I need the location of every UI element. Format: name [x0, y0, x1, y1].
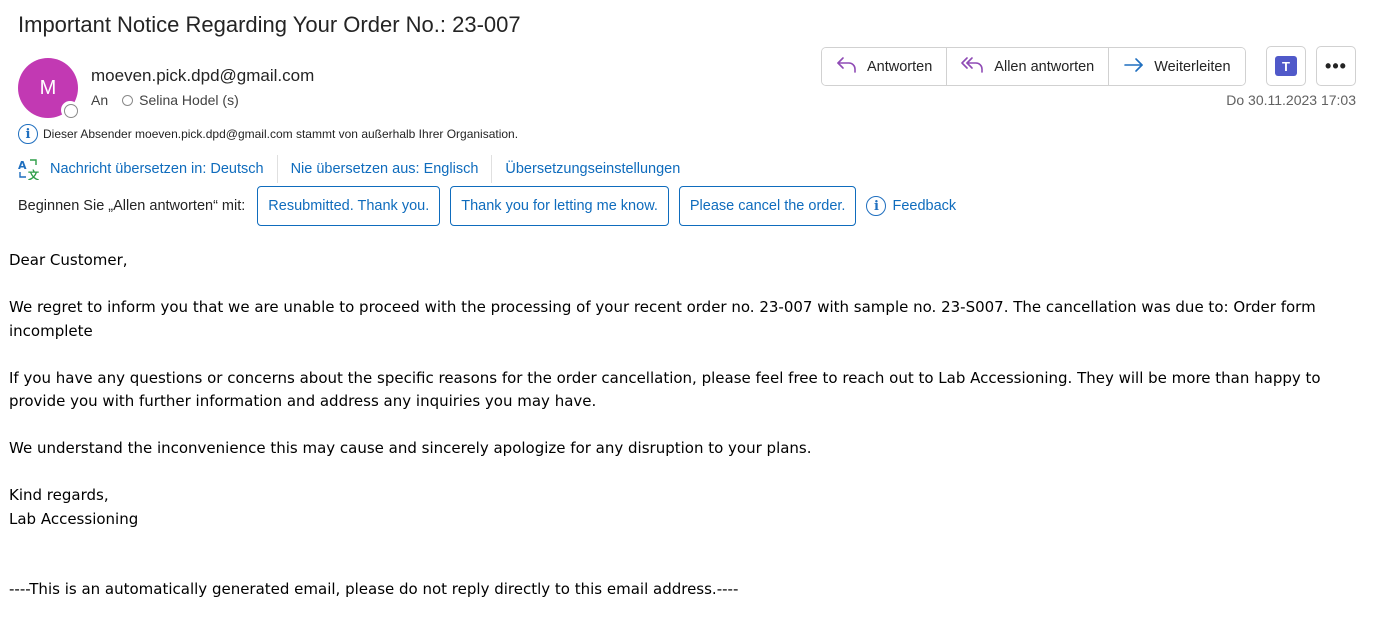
reply-button[interactable]: Antworten: [822, 48, 948, 85]
sender-address[interactable]: moeven.pick.dpd@gmail.com: [91, 66, 314, 86]
body-paragraph: We regret to inform you that we are unab…: [9, 298, 1316, 340]
recipient-line: An Selina Hodel (s): [91, 92, 239, 108]
reply-label: Antworten: [867, 58, 933, 75]
email-subject: Important Notice Regarding Your Order No…: [18, 12, 521, 37]
body-greeting: Dear Customer,: [9, 251, 128, 269]
forward-arrow-icon: [1123, 55, 1145, 79]
recipient-name[interactable]: Selina Hodel (s): [139, 92, 239, 108]
forward-label: Weiterleiten: [1154, 58, 1231, 75]
svg-text:文: 文: [28, 168, 40, 180]
to-label: An: [91, 92, 109, 108]
feedback-link[interactable]: i Feedback: [866, 196, 956, 216]
more-dots-icon: •••: [1325, 55, 1347, 76]
never-translate-link[interactable]: Nie übersetzen aus: Englisch: [291, 161, 479, 177]
reply-all-label: Allen antworten: [994, 58, 1095, 75]
feedback-label: Feedback: [892, 198, 957, 214]
external-notice-text: Dieser Absender moeven.pick.dpd@gmail.co…: [43, 127, 519, 141]
info-icon: i: [866, 196, 887, 216]
body-footer-notice: ----This is an automatically generated e…: [9, 580, 739, 598]
forward-button[interactable]: Weiterleiten: [1109, 48, 1245, 85]
teams-chat-button[interactable]: T: [1266, 46, 1306, 86]
reply-all-arrow-icon: [961, 55, 985, 79]
translate-message-link[interactable]: Nachricht übersetzen in: Deutsch: [50, 161, 264, 177]
body-paragraph: We understand the inconvenience this may…: [9, 439, 812, 457]
suggested-reply-chip[interactable]: Thank you for letting me know.: [450, 186, 669, 226]
divider: [276, 155, 278, 183]
suggested-replies-label: Beginnen Sie „Allen antworten“ mit:: [18, 198, 246, 214]
external-sender-notice: i Dieser Absender moeven.pick.dpd@gmail.…: [18, 124, 518, 144]
email-body: Dear Customer, We regret to inform you t…: [9, 249, 1349, 602]
translation-bar: A 文 Nachricht übersetzen in: Deutsch Nie…: [18, 155, 680, 183]
svg-text:A: A: [18, 159, 27, 172]
presence-status-icon: [61, 101, 79, 119]
teams-icon: T: [1275, 56, 1297, 76]
info-icon: i: [18, 124, 38, 144]
suggested-reply-chip[interactable]: Please cancel the order.: [678, 186, 857, 226]
body-closing: Kind regards,: [9, 486, 109, 504]
translate-icon: A 文: [18, 158, 40, 182]
email-timestamp: Do 30.11.2023 17:03: [1226, 92, 1356, 108]
avatar-initial: M: [39, 76, 57, 99]
suggested-replies: Beginnen Sie „Allen antworten“ mit: Resu…: [18, 186, 956, 226]
suggested-reply-chip[interactable]: Resubmitted. Thank you.: [257, 186, 441, 226]
divider: [491, 155, 493, 183]
recipient-presence-icon: [122, 94, 134, 106]
more-actions-button[interactable]: •••: [1316, 46, 1356, 86]
body-paragraph: If you have any questions or concerns ab…: [9, 368, 1321, 411]
reply-all-button[interactable]: Allen antworten: [947, 48, 1110, 85]
body-signature: Lab Accessioning: [9, 509, 139, 528]
reply-actions-group: Antworten Allen antworten Weiterleiten: [821, 47, 1246, 86]
reply-arrow-icon: [836, 55, 858, 79]
translation-settings-link[interactable]: Übersetzungseinstellungen: [505, 161, 680, 177]
